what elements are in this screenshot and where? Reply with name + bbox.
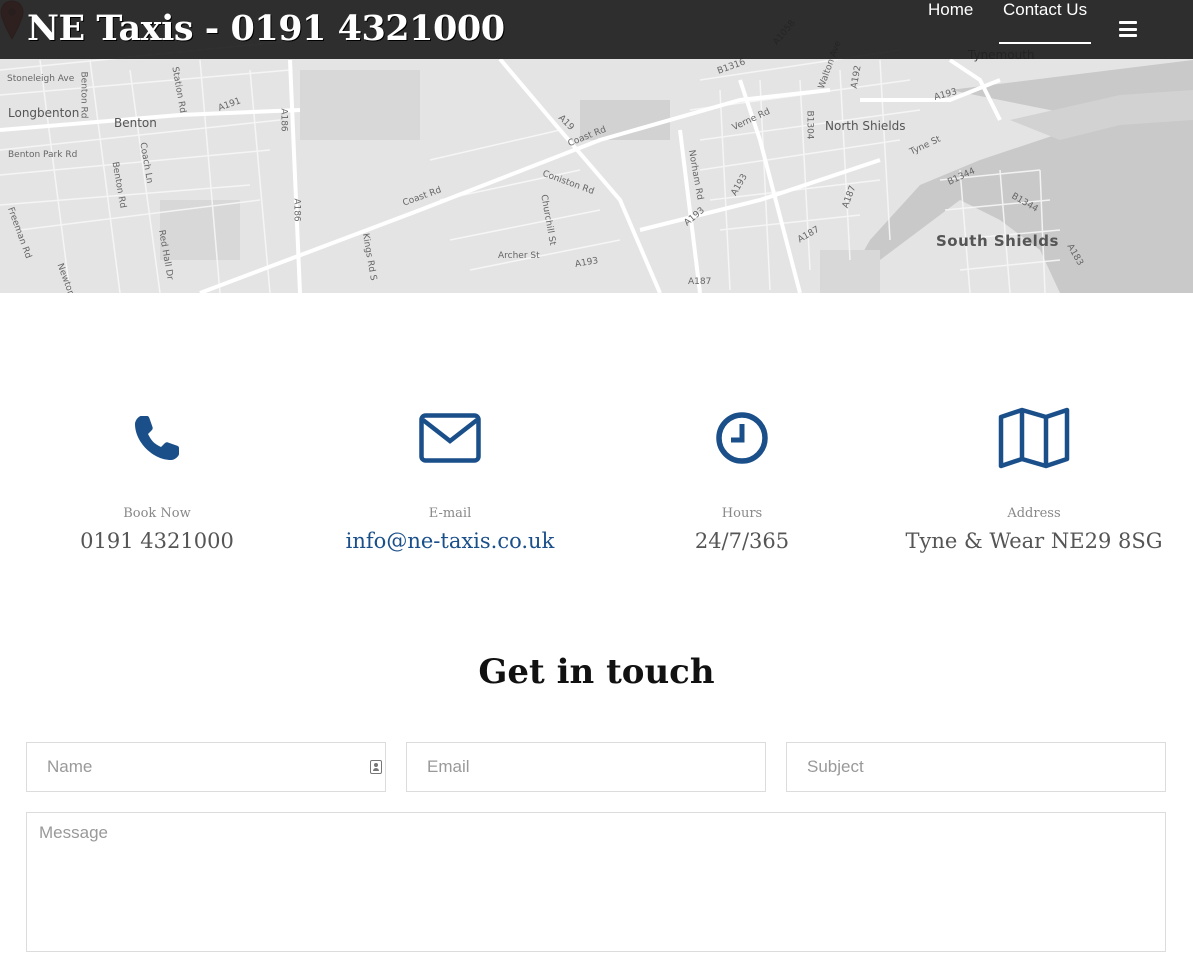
info-email: E-mail info@ne-taxis.co.uk	[305, 400, 595, 553]
contact-heading: Get in touch	[478, 652, 715, 692]
nav-active-underline	[999, 42, 1091, 44]
nav-contact-link[interactable]: Contact Us	[1003, 0, 1087, 20]
top-navbar: NE Taxis - 0191 4321000 Home Contact Us	[0, 0, 1193, 59]
message-textarea[interactable]	[26, 812, 1166, 952]
info-value-phone[interactable]: 0191 4321000	[12, 529, 302, 553]
hamburger-icon[interactable]	[1119, 21, 1137, 37]
subject-input[interactable]	[786, 742, 1166, 792]
info-book-now: Book Now 0191 4321000	[12, 400, 302, 553]
clock-icon	[716, 412, 768, 464]
info-label-address: Address	[1007, 506, 1061, 521]
contact-card-icon[interactable]	[370, 760, 382, 774]
envelope-icon	[419, 413, 481, 463]
info-hours: Hours 24/7/365	[597, 400, 887, 553]
email-input[interactable]	[406, 742, 766, 792]
info-label-email: E-mail	[428, 506, 472, 521]
map-icon	[998, 407, 1070, 469]
info-label-hours: Hours	[721, 506, 763, 521]
info-address: Address Tyne & Wear NE29 8SG	[889, 400, 1179, 553]
brand-logo-text[interactable]: NE Taxis - 0191 4321000	[27, 8, 505, 49]
nav-home-link[interactable]: Home	[928, 0, 973, 20]
info-value-email-link[interactable]: info@ne-taxis.co.uk	[305, 529, 595, 553]
phone-icon	[135, 416, 179, 460]
name-input[interactable]	[26, 742, 386, 792]
info-value-hours: 24/7/365	[694, 529, 790, 553]
info-label-book-now: Book Now	[123, 506, 191, 521]
info-value-address: Tyne & Wear NE29 8SG	[905, 529, 1163, 553]
